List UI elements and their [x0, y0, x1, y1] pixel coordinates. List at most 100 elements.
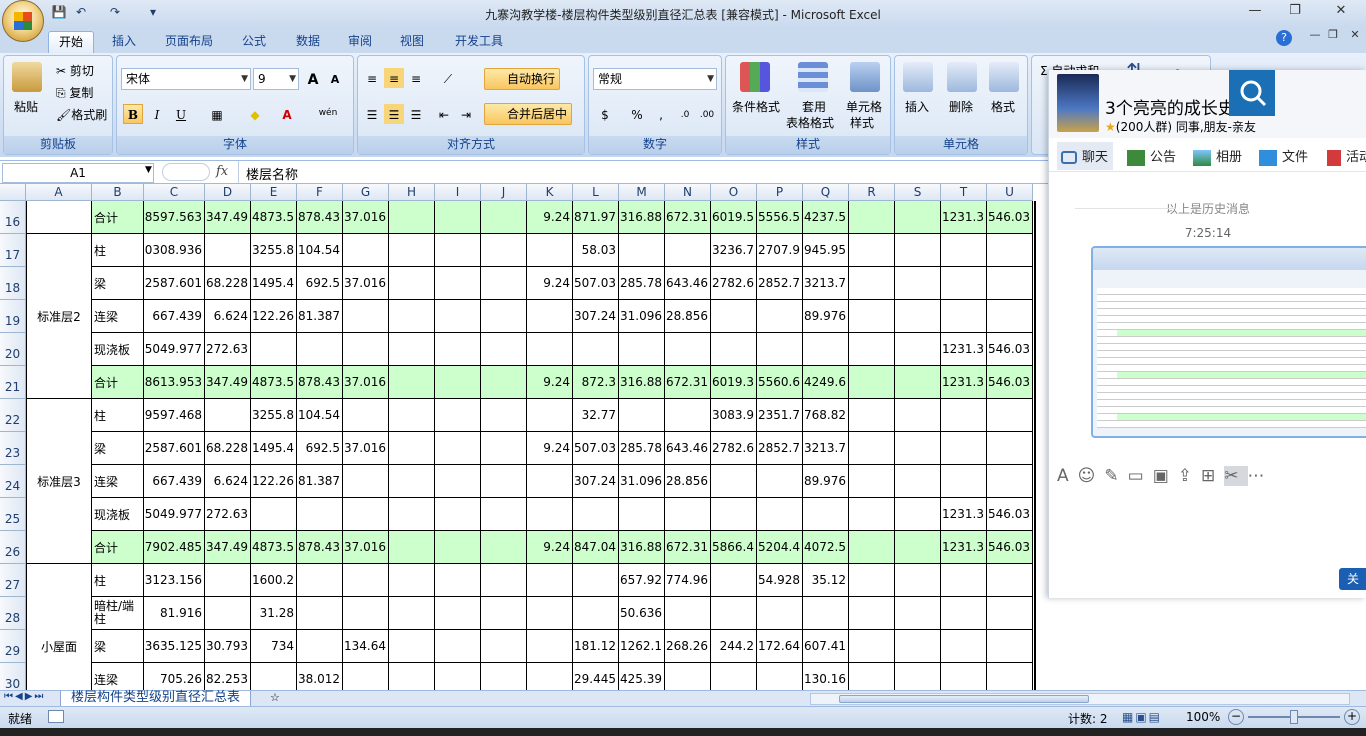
- cell-I29[interactable]: [435, 630, 481, 663]
- cell-K23[interactable]: 9.24: [527, 432, 573, 465]
- cell-N19[interactable]: 28.856: [665, 300, 711, 333]
- cell-K17[interactable]: [527, 234, 573, 267]
- column-header-K[interactable]: K: [527, 184, 573, 201]
- cell-C16[interactable]: 28597.563: [144, 201, 205, 234]
- cell-G23[interactable]: 37.016: [343, 432, 389, 465]
- column-header-L[interactable]: L: [573, 184, 619, 201]
- cell-S21[interactable]: [895, 366, 941, 399]
- cell-N20[interactable]: [665, 333, 711, 366]
- cell-H22[interactable]: [389, 399, 435, 432]
- cell-P21[interactable]: 5560.6: [757, 366, 803, 399]
- cell-G18[interactable]: 37.016: [343, 267, 389, 300]
- cell-D23[interactable]: 68.228: [205, 432, 251, 465]
- cell-T18[interactable]: [941, 267, 987, 300]
- cell-T22[interactable]: [941, 399, 987, 432]
- cell-S29[interactable]: [895, 630, 941, 663]
- merged-cell-floor3[interactable]: 标准层3: [26, 399, 92, 564]
- cell-O17[interactable]: 3236.7: [711, 234, 757, 267]
- font-icon[interactable]: A: [1057, 466, 1078, 486]
- cell-E20[interactable]: [251, 333, 297, 366]
- cell-U20[interactable]: 3546.03: [987, 333, 1033, 366]
- cell-K26[interactable]: 9.24: [527, 531, 573, 564]
- cell-J20[interactable]: [481, 333, 527, 366]
- cell-N17[interactable]: [665, 234, 711, 267]
- cell-J22[interactable]: [481, 399, 527, 432]
- cell-K20[interactable]: [527, 333, 573, 366]
- cell-O21[interactable]: 6019.3: [711, 366, 757, 399]
- cell-G22[interactable]: [343, 399, 389, 432]
- cell-I30[interactable]: [435, 663, 481, 690]
- cell-R29[interactable]: [849, 630, 895, 663]
- cell-Q19[interactable]: 89.976: [803, 300, 849, 333]
- cell-E26[interactable]: 4873.5: [251, 531, 297, 564]
- minimize-button[interactable]: —: [1240, 3, 1270, 23]
- cell-H21[interactable]: [389, 366, 435, 399]
- cell-H30[interactable]: [389, 663, 435, 690]
- row-header[interactable]: 17: [0, 234, 26, 267]
- cell-E16[interactable]: 4873.5: [251, 201, 297, 234]
- column-header-R[interactable]: R: [849, 184, 895, 201]
- column-header-M[interactable]: M: [619, 184, 665, 201]
- tab-view[interactable]: 视图: [392, 31, 432, 53]
- qq-search-button[interactable]: [1229, 70, 1275, 116]
- view-mode-icons[interactable]: ▦▣▤: [1122, 710, 1162, 724]
- gift-icon[interactable]: ⊞: [1201, 466, 1224, 486]
- cell-U18[interactable]: [987, 267, 1033, 300]
- cell-B29[interactable]: 梁: [92, 630, 144, 663]
- cell-C28[interactable]: 81.916: [144, 597, 205, 630]
- cell-D17[interactable]: [205, 234, 251, 267]
- cell-J18[interactable]: [481, 267, 527, 300]
- cell-B28[interactable]: 暗柱/端柱: [92, 597, 144, 630]
- column-header-S[interactable]: S: [895, 184, 941, 201]
- cell-B27[interactable]: 柱: [92, 564, 144, 597]
- cell-O20[interactable]: [711, 333, 757, 366]
- cell-R28[interactable]: [849, 597, 895, 630]
- cell-J29[interactable]: [481, 630, 527, 663]
- cell-H27[interactable]: [389, 564, 435, 597]
- cell-S19[interactable]: [895, 300, 941, 333]
- cell-C26[interactable]: 27902.485: [144, 531, 205, 564]
- cell-Q26[interactable]: 4072.5: [803, 531, 849, 564]
- cell-N22[interactable]: [665, 399, 711, 432]
- delete-button[interactable]: 删除: [949, 98, 973, 115]
- row-header[interactable]: 23: [0, 432, 26, 465]
- cell-O29[interactable]: 244.2: [711, 630, 757, 663]
- cell-U25[interactable]: 3546.03: [987, 498, 1033, 531]
- increase-decimal-icon[interactable]: .0: [675, 104, 695, 124]
- row-header[interactable]: 21: [0, 366, 26, 399]
- cell-L22[interactable]: 32.77: [573, 399, 619, 432]
- cell-T16[interactable]: 1231.3: [941, 201, 987, 234]
- cell-E29[interactable]: 734: [251, 630, 297, 663]
- comma-button[interactable]: ,: [651, 104, 671, 124]
- align-left-icon[interactable]: ☰: [362, 104, 382, 124]
- cell-M26[interactable]: 316.88: [619, 531, 665, 564]
- office-button[interactable]: [2, 0, 44, 42]
- cell-H24[interactable]: [389, 465, 435, 498]
- cell-U29[interactable]: [987, 630, 1033, 663]
- align-right-icon[interactable]: ☰: [406, 104, 426, 124]
- cell-styles-button[interactable]: 样式: [850, 114, 874, 131]
- cell-I22[interactable]: [435, 399, 481, 432]
- cell-R18[interactable]: [849, 267, 895, 300]
- cell-I19[interactable]: [435, 300, 481, 333]
- insert-button[interactable]: 插入: [905, 98, 929, 115]
- cell-D24[interactable]: 6.624: [205, 465, 251, 498]
- cell-J19[interactable]: [481, 300, 527, 333]
- cell-L26[interactable]: 847.04: [573, 531, 619, 564]
- italic-button[interactable]: I: [147, 104, 167, 124]
- cell-K22[interactable]: [527, 399, 573, 432]
- cell-T30[interactable]: [941, 663, 987, 690]
- cell-K16[interactable]: 9.24: [527, 201, 573, 234]
- cell-J26[interactable]: [481, 531, 527, 564]
- magic-icon[interactable]: ✎: [1104, 466, 1127, 486]
- cell-O30[interactable]: [711, 663, 757, 690]
- cell-U24[interactable]: [987, 465, 1033, 498]
- cell-L23[interactable]: 507.03: [573, 432, 619, 465]
- column-header-E[interactable]: E: [251, 184, 297, 201]
- borders-icon[interactable]: ▦: [207, 104, 227, 124]
- underline-button[interactable]: U: [171, 104, 191, 124]
- cell-T19[interactable]: [941, 300, 987, 333]
- column-header-B[interactable]: B: [92, 184, 144, 201]
- cell-F30[interactable]: 38.012: [297, 663, 343, 690]
- align-bottom-icon[interactable]: ≡: [406, 68, 426, 88]
